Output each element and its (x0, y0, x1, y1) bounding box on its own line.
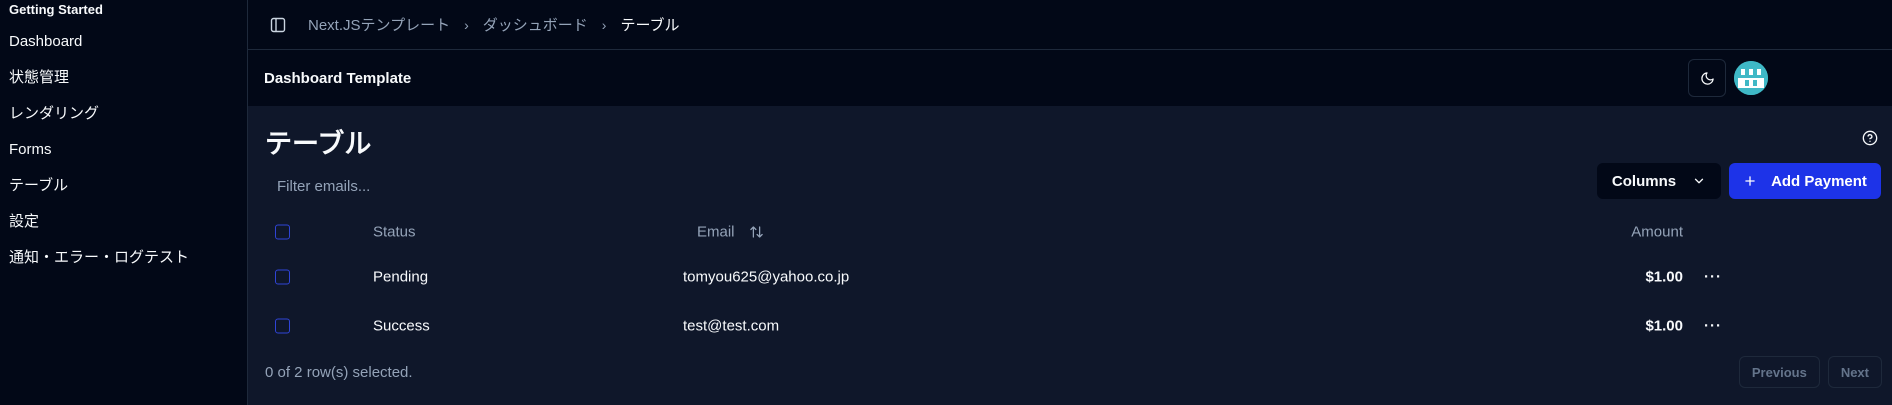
sidebar-nav: Dashboard 状態管理 レンダリング Forms テーブル 設定 通知・エ… (9, 30, 238, 282)
help-circle-icon[interactable] (1862, 130, 1878, 151)
sidebar-item-forms[interactable]: Forms (9, 138, 238, 174)
column-header-status: Status (373, 223, 416, 241)
header-actions (1688, 59, 1768, 97)
theme-toggle-button[interactable] (1688, 59, 1726, 97)
sidebar-item-rendering[interactable]: レンダリング (9, 102, 238, 138)
row-checkbox[interactable] (275, 269, 290, 284)
table-row: Success test@test.com $1.00 ··· (265, 301, 1721, 350)
table-row: Pending tomyou625@yahoo.co.jp $1.00 ··· (265, 252, 1721, 301)
breadcrumb-item-dashboard[interactable]: ダッシュボード (483, 14, 588, 35)
sidebar-item-dashboard[interactable]: Dashboard (9, 30, 238, 66)
add-payment-button[interactable]: Add Payment (1729, 163, 1881, 199)
page-title: テーブル (265, 129, 372, 159)
sidebar-item-notifications[interactable]: 通知・エラー・ログテスト (9, 246, 238, 282)
app-root: Getting Started Dashboard 状態管理 レンダリング Fo… (0, 0, 1892, 405)
plus-icon (1745, 176, 1755, 186)
email-filter-input[interactable] (265, 168, 685, 204)
columns-button-label: Columns (1611, 172, 1677, 190)
breadcrumb: Next.JSテンプレート › ダッシュボード › テーブル (308, 14, 680, 35)
select-all-checkbox[interactable] (275, 224, 290, 240)
row-checkbox[interactable] (275, 318, 290, 333)
row-status: Success (373, 317, 430, 334)
more-horizontal-icon[interactable]: ··· (1704, 317, 1722, 334)
app-title: Dashboard Template (264, 69, 412, 87)
main-area: Next.JSテンプレート › ダッシュボード › テーブル Dashboard… (248, 0, 1892, 405)
row-status: Pending (373, 268, 429, 285)
table-header-row: Status Email Amount (265, 212, 1683, 252)
breadcrumb-item-home[interactable]: Next.JSテンプレート (308, 14, 450, 35)
sidebar-item-settings[interactable]: 設定 (9, 210, 238, 246)
payments-table: Status Email Amount Pending tomyou625@ya… (265, 212, 1721, 350)
row-amount: $1.00 (1645, 268, 1683, 285)
next-page-button[interactable]: Next (1827, 356, 1882, 388)
row-amount: $1.00 (1645, 317, 1683, 334)
row-email: test@test.com (683, 317, 780, 334)
chevron-right-icon: › (464, 16, 469, 33)
sort-arrows-icon (749, 226, 763, 238)
column-header-amount: Amount (1631, 223, 1683, 241)
top-bar: Next.JSテンプレート › ダッシュボード › テーブル (248, 0, 1892, 50)
selection-count: 0 of 2 row(s) selected. (265, 364, 413, 381)
breadcrumb-item-current: テーブル (620, 17, 680, 34)
column-header-email-label: Email (697, 223, 735, 241)
sidebar-toggle-icon[interactable] (264, 11, 292, 39)
sidebar-heading: Getting Started (9, 2, 103, 17)
more-horizontal-icon[interactable]: ··· (1704, 268, 1722, 285)
header-bar: Dashboard Template (248, 50, 1892, 106)
content-panel: テーブル Columns Add Payment (248, 106, 1892, 405)
column-header-email[interactable]: Email (697, 224, 764, 241)
chevron-down-icon (1694, 178, 1704, 184)
sidebar: Getting Started Dashboard 状態管理 レンダリング Fo… (0, 0, 248, 405)
sidebar-item-state[interactable]: 状態管理 (9, 66, 238, 102)
moon-icon (1700, 71, 1714, 85)
pagination: Previous Next (1738, 356, 1882, 388)
chevron-right-icon: › (601, 16, 607, 33)
sidebar-item-table[interactable]: テーブル (9, 174, 238, 210)
columns-button[interactable]: Columns (1597, 163, 1721, 199)
row-email: tomyou625@yahoo.co.jp (683, 268, 850, 285)
previous-page-button[interactable]: Previous (1738, 356, 1820, 388)
add-payment-label: Add Payment (1771, 172, 1867, 190)
avatar[interactable] (1734, 61, 1768, 95)
